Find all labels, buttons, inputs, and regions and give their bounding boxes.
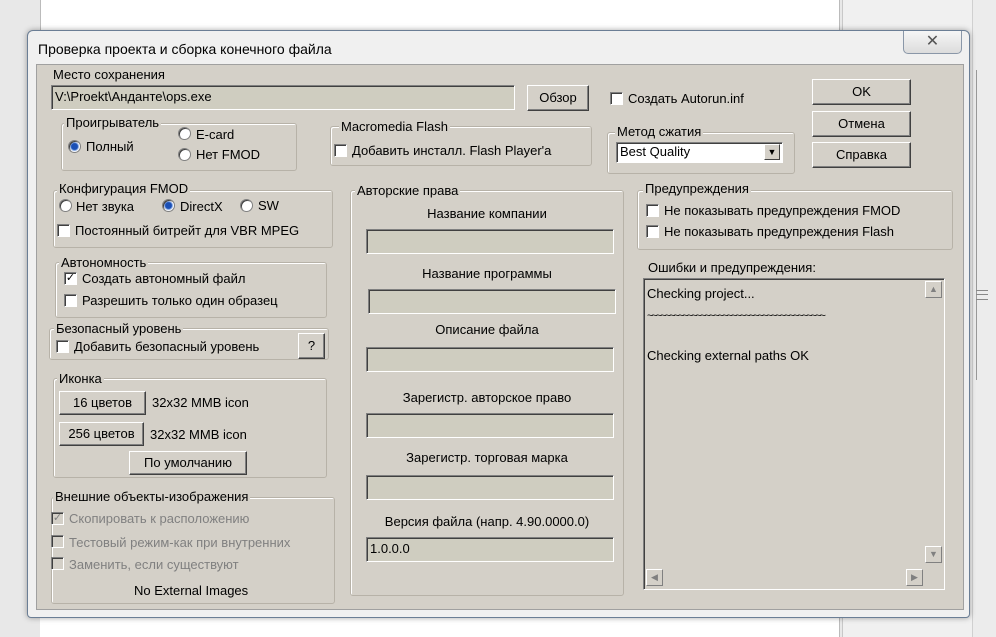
program-name-field[interactable] [368, 289, 616, 314]
security-help-button[interactable]: ? [298, 333, 325, 359]
close-icon: ✕ [925, 33, 940, 50]
file-version-label: Версия файла (напр. 4.90.0000.0) [384, 514, 590, 529]
scroll-up-icon[interactable]: ▲ [925, 281, 942, 298]
security-level-label: Добавить безопасный уровень [74, 339, 260, 354]
icon-16-colors-value: 32x32 MMB icon [152, 395, 249, 410]
test-mode-checkbox[interactable] [51, 535, 64, 548]
reg-trademark-label: Зарегистр. торговая марка [406, 450, 568, 465]
chevron-down-icon[interactable]: ▼ [764, 144, 780, 160]
icon-group-label: Иконка [57, 371, 104, 386]
file-description-label: Описание файла [435, 322, 539, 337]
scroll-down-icon[interactable]: ▼ [925, 546, 942, 563]
close-button[interactable]: ✕ [903, 31, 962, 54]
icon-256-colors-button[interactable]: 256 цветов [59, 422, 144, 446]
warnings-group [637, 190, 953, 250]
background-document-bottom [40, 615, 765, 637]
background-divider [976, 70, 977, 380]
copy-to-location-checkbox[interactable]: ✓ [51, 512, 64, 525]
scroll-right-icon[interactable]: ▶ [906, 569, 923, 586]
constant-bitrate-checkbox[interactable] [57, 224, 70, 237]
fmod-sw-radio[interactable] [240, 199, 253, 212]
log-label: Ошибки и предупреждения: [648, 260, 816, 275]
save-location-label: Место сохранения [51, 67, 167, 82]
standalone-checkbox[interactable]: ✓ [64, 272, 77, 285]
program-name-label: Название программы [422, 266, 552, 281]
single-instance-checkbox[interactable] [64, 294, 77, 307]
constant-bitrate-label: Постоянный битрейт для VBR MPEG [75, 223, 300, 238]
fmod-no-sound-label: Нет звука [76, 199, 135, 214]
autonomy-group-label: Автономность [59, 255, 149, 270]
single-instance-label: Разрешить только один образец [82, 293, 278, 308]
autorun-checkbox[interactable] [610, 92, 623, 105]
hide-fmod-warnings-label: Не показывать предупреждения FMOD [664, 203, 901, 218]
company-name-label: Название компании [427, 206, 547, 221]
player-ecard-label: E-card [196, 127, 235, 142]
reg-copyright-label: Зарегистр. авторское право [402, 390, 572, 405]
hide-flash-warnings-checkbox[interactable] [646, 225, 659, 238]
log-line: Checking project... [647, 286, 755, 301]
save-path-field[interactable]: V:\Proekt\Анданте\ops.exe [51, 85, 515, 110]
player-full-radio[interactable] [68, 140, 81, 153]
help-button[interactable]: Справка [812, 142, 911, 168]
autorun-label: Создать Autorun.inf [628, 91, 744, 106]
fmod-directx-radio[interactable] [162, 199, 175, 212]
background-scroll-grip[interactable] [976, 290, 988, 300]
browse-button[interactable]: Обзор [527, 85, 589, 111]
icon-256-colors-value: 32x32 MMB icon [150, 427, 247, 442]
player-no-fmod-label: Нет FMOD [196, 147, 261, 162]
copyright-group-label: Авторские права [355, 183, 461, 198]
reg-trademark-field[interactable] [366, 475, 614, 500]
log-line: ~~~~~~~~~~~~~~~~~~~~~~~~~~~~~~~~~~~~~~~~ [647, 310, 826, 322]
player-ecard-radio[interactable] [178, 127, 191, 140]
player-group-label: Проигрыватель [64, 115, 162, 130]
icon-default-button[interactable]: По умолчанию [129, 451, 247, 475]
fmod-directx-label: DirectX [180, 199, 223, 214]
replace-existing-checkbox[interactable] [51, 557, 64, 570]
ok-button[interactable]: OK [812, 79, 911, 105]
security-level-checkbox[interactable] [56, 340, 69, 353]
external-images-group-label: Внешние объекты-изображения [53, 489, 251, 504]
fmod-config-group-label: Конфигурация FMOD [57, 181, 191, 196]
flash-installer-label: Добавить инсталл. Flash Player'a [352, 143, 552, 158]
file-version-field[interactable]: 1.0.0.0 [366, 537, 614, 562]
player-full-label: Полный [86, 139, 134, 154]
replace-existing-label: Заменить, если существуют [69, 557, 239, 572]
warnings-group-label: Предупреждения [643, 181, 751, 196]
external-images-status: No External Images [134, 583, 249, 598]
test-mode-label: Тестовый режим-как при внутренних [69, 535, 291, 550]
company-name-field[interactable] [366, 229, 614, 254]
fmod-sw-label: SW [258, 198, 279, 213]
log-textarea[interactable]: Checking project... ~~~~~~~~~~~~~~~~~~~~… [643, 278, 945, 590]
cancel-button[interactable]: Отмена [812, 111, 911, 137]
fmod-no-sound-radio[interactable] [59, 199, 72, 212]
flash-group-label: Macromedia Flash [339, 119, 450, 134]
icon-16-colors-button[interactable]: 16 цветов [59, 391, 146, 415]
flash-installer-checkbox[interactable] [334, 144, 347, 157]
scroll-left-icon[interactable]: ◀ [646, 569, 663, 586]
hide-fmod-warnings-checkbox[interactable] [646, 204, 659, 217]
log-line: Checking external paths OK [647, 348, 809, 363]
file-description-field[interactable] [366, 347, 614, 372]
security-group-label: Безопасный уровень [54, 321, 184, 336]
hide-flash-warnings-label: Не показывать предупреждения Flash [664, 224, 894, 239]
player-no-fmod-radio[interactable] [178, 148, 191, 161]
compression-group-label: Метод сжатия [615, 124, 704, 139]
compression-select[interactable]: Best Quality [616, 142, 783, 163]
dialog-client-area: Место сохранения V:\Proekt\Анданте\ops.e… [36, 64, 964, 610]
standalone-label: Создать автономный файл [82, 271, 246, 286]
dialog-title: Проверка проекта и сборка конечного файл… [38, 41, 332, 57]
reg-copyright-field[interactable] [366, 413, 614, 438]
copy-to-location-label: Скопировать к расположению [69, 511, 250, 526]
